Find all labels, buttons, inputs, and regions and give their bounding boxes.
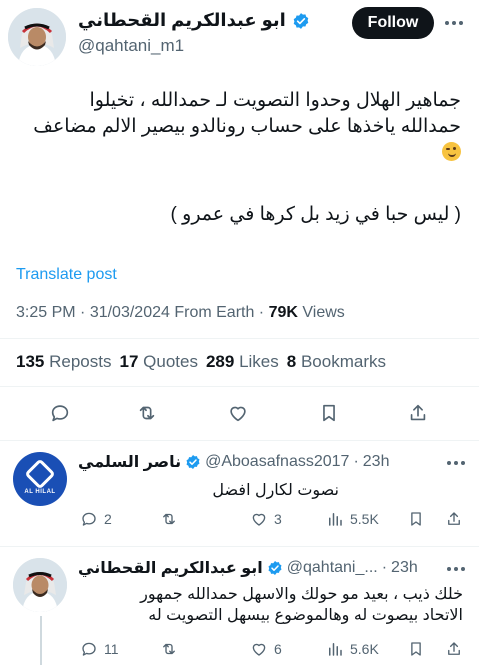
- quotes-count: 17: [119, 352, 139, 371]
- views-count: 5.6K: [350, 641, 379, 657]
- tweet-quote-line: ( ليس حبا في زيد بل كرها في عمرو ): [170, 204, 461, 225]
- bookmarks-stat[interactable]: 8 Bookmarks: [287, 352, 386, 372]
- reply-share-button[interactable]: [445, 640, 463, 658]
- likes-count: 289: [205, 352, 235, 371]
- verified-badge-icon: [292, 12, 310, 30]
- divider: [0, 386, 479, 387]
- more-options-icon[interactable]: [447, 461, 465, 465]
- share-icon: [448, 642, 460, 655]
- bookmarks-label: Bookmarks: [300, 352, 386, 371]
- tweet-metadata: 3:25 PM · 31/03/2024 From Earth · 79K Vi…: [16, 304, 345, 321]
- bookmark-icon: [411, 512, 421, 526]
- reply-bookmark-button[interactable]: [407, 640, 425, 658]
- author-avatar[interactable]: [8, 8, 66, 66]
- divider: [0, 546, 479, 547]
- avatar-caption: AL HILAL: [24, 489, 56, 495]
- reply-icon: [82, 512, 96, 526]
- reply-reply-button[interactable]: 2: [80, 510, 112, 528]
- reposts-label: Reposts: [49, 352, 112, 371]
- author-display-name[interactable]: ابو عبدالكريم القحطاني: [78, 10, 286, 31]
- author-handle[interactable]: @qahtani_m1: [78, 36, 184, 56]
- more-options-icon[interactable]: [447, 567, 465, 571]
- repost-icon: [163, 643, 175, 655]
- divider: [0, 440, 479, 441]
- reply-text: نصوت لكارل افضل: [212, 480, 339, 501]
- repost-icon[interactable]: [136, 402, 158, 424]
- reply-text-line: نصوت لكارل افضل: [212, 482, 339, 499]
- translate-post-link[interactable]: Translate post: [16, 266, 117, 284]
- reply-repost-button[interactable]: [160, 510, 184, 528]
- verified-badge-icon: [267, 560, 283, 576]
- reply-handle[interactable]: @Aboasafnass2017: [205, 453, 349, 471]
- views-icon: [329, 513, 342, 526]
- likes-stat[interactable]: 289 Likes: [206, 352, 279, 372]
- reply-text-line: خلك ذيب ، بعيد مو حولك والاسهل حمدالله ج…: [140, 586, 463, 603]
- reply-header: ناصر السلمي @Aboasafnass2017 · 23h: [78, 452, 390, 472]
- bookmarks-count: 8: [286, 352, 297, 371]
- reply-handle[interactable]: @qahtani_...: [287, 559, 378, 577]
- reply-text-line: الاتحاد بيصوت له وهالموضوع بيسهل التصويت…: [148, 607, 463, 624]
- tweet-text-line: حمدالله ياخذها على حساب رونالدو بيصير ال…: [33, 116, 461, 137]
- reply-repost-button[interactable]: [160, 640, 184, 658]
- hilal-logo-icon: [24, 458, 56, 490]
- reply-views-button[interactable]: 5.5K: [326, 510, 379, 528]
- tweet-source: From Earth: [174, 304, 255, 321]
- reply-time[interactable]: 23h: [391, 559, 418, 577]
- reply-time[interactable]: 23h: [363, 453, 390, 471]
- bookmark-icon[interactable]: [318, 402, 340, 424]
- tweet-text: جماهير الهلال وحدوا التصويت لـ حمدالله ،…: [11, 88, 461, 166]
- reply-like-button[interactable]: 6: [250, 640, 282, 658]
- like-icon[interactable]: [227, 402, 249, 424]
- follow-button[interactable]: Follow: [352, 7, 434, 39]
- reply-display-name[interactable]: ناصر السلمي: [78, 452, 181, 472]
- reply-display-name[interactable]: ابو عبدالكريم القحطاني: [78, 558, 263, 578]
- reply-count: 11: [104, 641, 119, 657]
- tweet-date[interactable]: 31/03/2024: [90, 304, 170, 321]
- reply-views-button[interactable]: 5.6K: [326, 640, 379, 658]
- reply-text: خلك ذيب ، بعيد مو حولك والاسهل حمدالله ج…: [140, 584, 463, 626]
- share-icon: [448, 512, 460, 525]
- verified-badge-icon: [185, 454, 201, 470]
- quotes-label: Quotes: [143, 352, 198, 371]
- divider: [0, 338, 479, 339]
- reply-author-avatar[interactable]: [13, 558, 67, 612]
- reposts-count: 135: [16, 352, 45, 371]
- likes-label: Likes: [239, 352, 279, 371]
- tweet-text-line: جماهير الهلال وحدوا التصويت لـ حمدالله ،…: [89, 90, 461, 111]
- reply-share-button[interactable]: [445, 510, 463, 528]
- reply-like-button[interactable]: 3: [250, 510, 282, 528]
- bookmark-icon: [411, 642, 421, 656]
- reply-icon: [82, 642, 96, 656]
- reposts-stat[interactable]: 135 Reposts: [16, 352, 111, 372]
- reply-bookmark-button[interactable]: [407, 510, 425, 528]
- reply-reply-button[interactable]: 11: [80, 640, 119, 658]
- engagement-stats: 135 Reposts 17 Quotes 289 Likes 8 Bookma…: [16, 352, 386, 372]
- repost-icon: [163, 513, 175, 525]
- reply-header: ابو عبدالكريم القحطاني @qahtani_... · 23h: [78, 558, 418, 578]
- like-icon: [252, 643, 266, 656]
- reply-icon[interactable]: [49, 402, 71, 424]
- views-icon: [329, 643, 342, 656]
- tweet-time[interactable]: 3:25 PM: [16, 304, 76, 321]
- author-name-row: ابو عبدالكريم القحطاني: [78, 10, 310, 31]
- like-icon: [252, 513, 266, 526]
- more-options-icon[interactable]: [445, 21, 463, 25]
- thread-connector-line: [40, 616, 42, 665]
- like-count: 3: [274, 511, 282, 527]
- reply-avatar-hilal-logo[interactable]: AL HILAL: [13, 452, 67, 506]
- views-label: Views: [302, 304, 345, 321]
- like-count: 6: [274, 641, 282, 657]
- views-count: 5.5K: [350, 511, 379, 527]
- views-count: 79K: [268, 304, 298, 321]
- winking-face-emoji-icon: [442, 142, 461, 161]
- quotes-stat[interactable]: 17 Quotes: [119, 352, 197, 372]
- share-icon[interactable]: [407, 402, 429, 424]
- reply-count: 2: [104, 511, 112, 527]
